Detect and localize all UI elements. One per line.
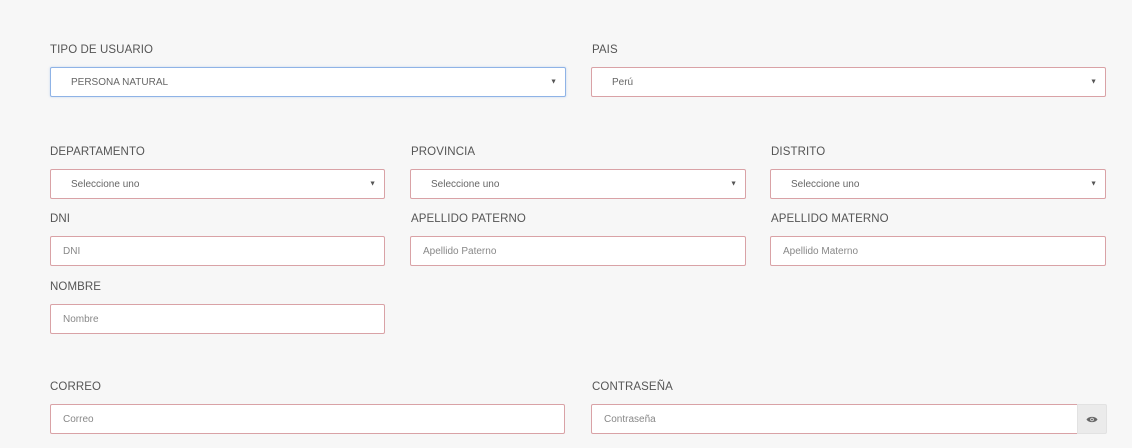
provincia-select[interactable]: Seleccione uno ▼ [410,169,746,199]
contrasena-input[interactable]: Contraseña [591,404,1078,434]
distrito-select[interactable]: Seleccione uno ▼ [770,169,1106,199]
dni-label: DNI [50,213,71,225]
apellido-paterno-label: APELLIDO PATERNO [411,213,526,225]
pais-select[interactable]: Perú ▼ [591,67,1106,97]
chevron-down-icon: ▼ [550,78,557,86]
departamento-label: DEPARTAMENTO [50,146,145,158]
correo-input[interactable]: Correo [50,404,565,434]
departamento-select[interactable]: Seleccione uno ▼ [50,169,385,199]
apellido-materno-input[interactable]: Apellido Materno [770,236,1106,266]
eye-icon [1086,416,1098,422]
dni-placeholder: DNI [63,245,81,257]
toggle-password-button[interactable] [1077,404,1107,434]
nombre-label: NOMBRE [50,281,102,293]
chevron-down-icon: ▼ [1090,78,1097,86]
distrito-value: Seleccione uno [791,178,860,190]
correo-placeholder: Correo [63,413,94,425]
chevron-down-icon: ▼ [369,180,376,188]
nombre-input[interactable]: Nombre [50,304,385,334]
tipo-usuario-select[interactable]: PERSONA NATURAL ▼ [50,67,566,97]
chevron-down-icon: ▼ [730,180,737,188]
contrasena-label: CONTRASEÑA [592,381,673,393]
pais-label: PAIS [592,44,618,56]
apellido-paterno-placeholder: Apellido Paterno [423,245,497,257]
contrasena-placeholder: Contraseña [604,413,656,425]
provincia-value: Seleccione uno [431,178,500,190]
dni-input[interactable]: DNI [50,236,385,266]
nombre-placeholder: Nombre [63,313,99,325]
apellido-materno-label: APELLIDO MATERNO [771,213,889,225]
correo-label: CORREO [50,381,102,393]
apellido-paterno-input[interactable]: Apellido Paterno [410,236,746,266]
provincia-label: PROVINCIA [411,146,476,158]
distrito-label: DISTRITO [771,146,826,158]
pais-value: Perú [612,76,634,88]
departamento-value: Seleccione uno [71,178,140,190]
registration-form: TIPO DE USUARIO PERSONA NATURAL ▼ PAIS P… [0,0,1132,448]
apellido-materno-placeholder: Apellido Materno [783,245,859,257]
tipo-usuario-value: PERSONA NATURAL [71,76,169,88]
tipo-usuario-label: TIPO DE USUARIO [50,44,154,56]
chevron-down-icon: ▼ [1090,180,1097,188]
